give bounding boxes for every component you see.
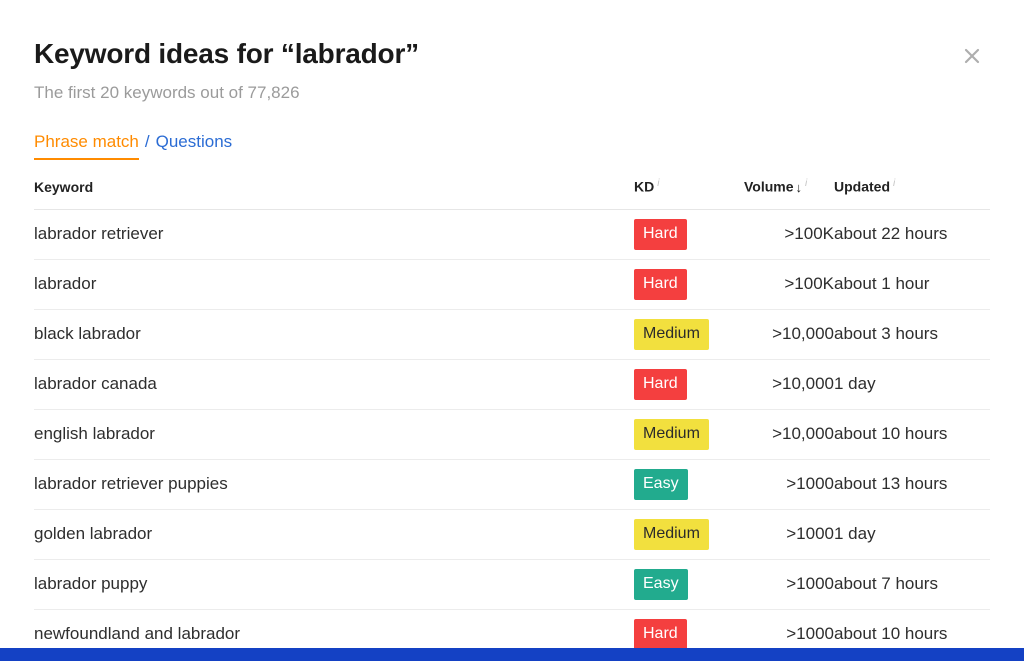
cell-volume: >1000 (744, 509, 834, 560)
keyword-table-wrap: Keyword KD i Volume ↓ i Updated i labrador r… (34, 178, 990, 660)
status-badge: Hard (634, 368, 687, 400)
close-icon[interactable] (958, 42, 986, 70)
status-badge: Medium (634, 418, 709, 450)
tab-questions[interactable]: Questions (156, 130, 233, 154)
status-badge: Medium (634, 518, 709, 550)
info-icon-volume[interactable]: i (805, 178, 807, 189)
cell-updated: 1 day (834, 509, 990, 560)
match-type-tabs: Phrase match / Questions (34, 130, 990, 160)
table-row[interactable]: golden labrador Medium >1000 1 day (34, 509, 990, 560)
cell-keyword[interactable]: english labrador (34, 409, 634, 460)
cell-updated: about 7 hours (834, 559, 990, 610)
cell-keyword[interactable]: labrador retriever (34, 209, 634, 260)
keyword-ideas-modal: Keyword ideas for “labrador” The first 2… (0, 0, 1024, 661)
cell-updated: about 10 hours (834, 409, 990, 460)
column-header-volume-label: Volume (744, 178, 794, 195)
page-title: Keyword ideas for “labrador” (34, 38, 419, 69)
status-badge: Medium (634, 318, 709, 350)
column-header-keyword-label: Keyword (34, 178, 94, 195)
cell-kd: Medium (634, 309, 744, 360)
keyword-table-body: labrador retriever Hard >100K about 22 hour… (34, 209, 990, 660)
cell-keyword[interactable]: labrador canada (34, 359, 634, 410)
cell-volume: >1000 (744, 559, 834, 610)
cell-volume: >100K (744, 209, 834, 260)
status-badge: Easy (634, 468, 688, 500)
cell-keyword[interactable]: black labrador (34, 309, 634, 360)
info-icon-updated[interactable]: i (893, 178, 895, 189)
cell-keyword[interactable]: labrador retriever puppies (34, 459, 634, 510)
column-header-kd[interactable]: KD i (634, 178, 744, 210)
column-header-keyword[interactable]: Keyword (34, 178, 634, 210)
bottom-progress-bar (0, 648, 1024, 661)
status-badge: Hard (634, 218, 687, 250)
cell-kd: Hard (634, 259, 744, 310)
column-header-kd-label: KD (634, 178, 655, 195)
table-row[interactable]: black labrador Medium >10,000 about 3 hours (34, 309, 990, 360)
cell-volume: >10,000 (744, 359, 834, 410)
cell-updated: about 1 hour (834, 259, 990, 310)
info-icon-kd[interactable]: i (657, 178, 659, 189)
sort-descending-icon[interactable]: ↓ (796, 180, 803, 195)
cell-volume: >1000 (744, 459, 834, 510)
cell-kd: Easy (634, 459, 744, 510)
result-count-subtitle: The first 20 keywords out of 77,826 (34, 83, 300, 102)
status-badge: Hard (634, 618, 687, 650)
cell-kd: Medium (634, 409, 744, 460)
column-header-volume[interactable]: Volume ↓ i (744, 178, 834, 210)
cell-keyword[interactable]: labrador (34, 259, 634, 310)
cell-kd: Easy (634, 559, 744, 610)
table-header-row: Keyword KD i Volume ↓ i Updated i (34, 178, 990, 210)
column-header-updated[interactable]: Updated i (834, 178, 990, 210)
cell-updated: about 22 hours (834, 209, 990, 260)
table-row[interactable]: labrador retriever puppies Easy >1000 about… (34, 459, 990, 510)
status-badge: Hard (634, 268, 687, 300)
status-badge: Easy (634, 568, 688, 600)
tab-phrase-match[interactable]: Phrase match (34, 130, 139, 160)
cell-updated: about 13 hours (834, 459, 990, 510)
table-row[interactable]: labrador canada Hard >10,000 1 day (34, 359, 990, 410)
cell-keyword[interactable]: golden labrador (34, 509, 634, 560)
table-row[interactable]: labrador retriever Hard >100K about 22 hour… (34, 209, 990, 260)
table-row[interactable]: labrador puppy Easy >1000 about 7 hours (34, 559, 990, 610)
cell-updated: about 3 hours (834, 309, 990, 360)
tab-separator: / (144, 132, 150, 151)
cell-kd: Medium (634, 509, 744, 560)
cell-volume: >10,000 (744, 309, 834, 360)
cell-volume: >10,000 (744, 409, 834, 460)
column-header-updated-label: Updated (834, 178, 890, 195)
cell-updated: 1 day (834, 359, 990, 410)
cell-kd: Hard (634, 209, 744, 260)
keyword-table: Keyword KD i Volume ↓ i Updated i labrador r… (34, 178, 990, 660)
table-row[interactable]: english labrador Medium >10,000 about 10 ho… (34, 409, 990, 460)
modal-header: Keyword ideas for “labrador” The first 2… (0, 0, 1024, 104)
cell-keyword[interactable]: labrador puppy (34, 559, 634, 610)
cell-kd: Hard (634, 359, 744, 410)
table-row[interactable]: labrador Hard >100K about 1 hour (34, 259, 990, 310)
cell-volume: >100K (744, 259, 834, 310)
